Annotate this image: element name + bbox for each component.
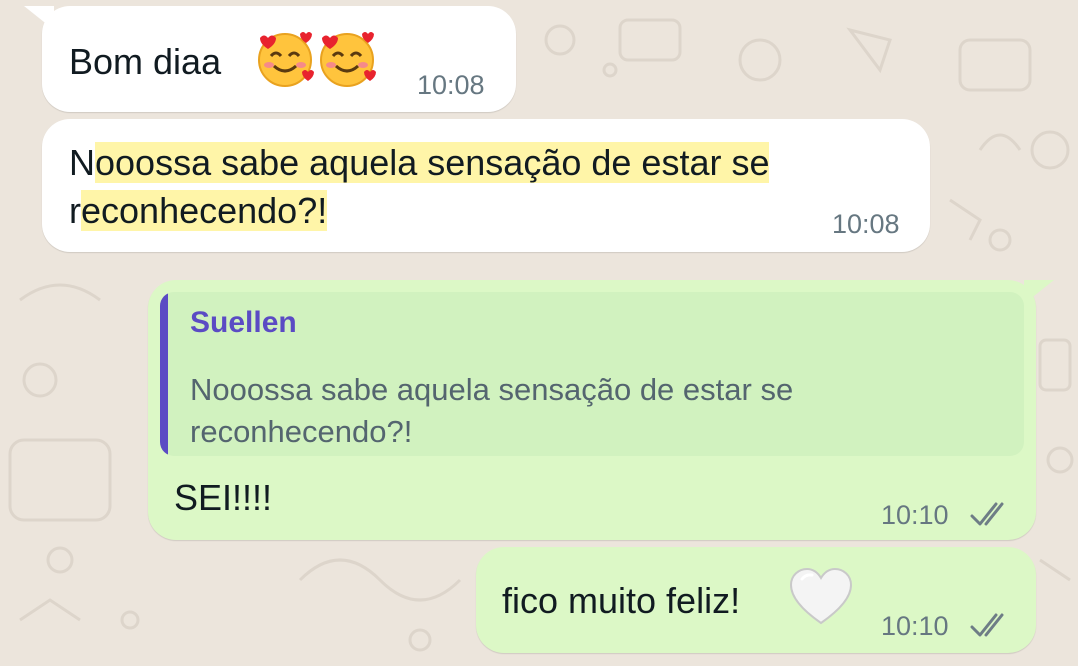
- message-first-letter: r: [69, 190, 81, 231]
- double-check-read-icon: [970, 613, 1010, 644]
- outgoing-message-bubble[interactable]: fico muito feliz! 10:10: [476, 547, 1036, 653]
- message-text: fico muito feliz!: [502, 580, 741, 621]
- message-text: Bom diaa: [69, 41, 222, 82]
- message-timestamp: 10:10: [881, 500, 949, 530]
- quote-accent-bar: [160, 292, 168, 456]
- smiling-face-with-hearts-icon: [316, 28, 378, 95]
- quoted-author: Suellen: [190, 306, 297, 339]
- message-timestamp: 10:10: [881, 611, 949, 641]
- smiling-face-with-hearts-icon: [254, 28, 316, 95]
- message-timestamp: 10:08: [417, 70, 485, 100]
- message-first-letter: N: [69, 142, 95, 183]
- bubble-tail: [1024, 280, 1054, 304]
- quoted-text-line-1: Nooossa sabe aquela sensação de estar se: [190, 372, 794, 407]
- quoted-text-line-2: reconhecendo?!: [190, 414, 413, 449]
- double-check-read-icon: [970, 502, 1010, 533]
- highlighted-text: econhecendo?!: [81, 190, 328, 231]
- highlighted-text: ooossa sabe aquela sensação de estar se: [95, 142, 770, 183]
- message-text-line-2: reconhecendo?!: [69, 185, 328, 237]
- message-timestamp: 10:08: [832, 209, 900, 239]
- incoming-message-bubble[interactable]: Bom diaa 10:08: [24, 6, 516, 112]
- message-text-line-1: Nooossa sabe aquela sensação de estar se: [69, 137, 770, 189]
- white-heart-icon: [788, 567, 854, 632]
- quoted-message[interactable]: Suellen Nooossa sabe aquela sensação de …: [160, 292, 1024, 456]
- bubble-tail: [24, 6, 54, 30]
- message-text: SEI!!!!: [174, 477, 273, 518]
- outgoing-reply-bubble[interactable]: Suellen Nooossa sabe aquela sensação de …: [148, 280, 1054, 540]
- incoming-message-bubble[interactable]: Nooossa sabe aquela sensação de estar se…: [42, 119, 930, 252]
